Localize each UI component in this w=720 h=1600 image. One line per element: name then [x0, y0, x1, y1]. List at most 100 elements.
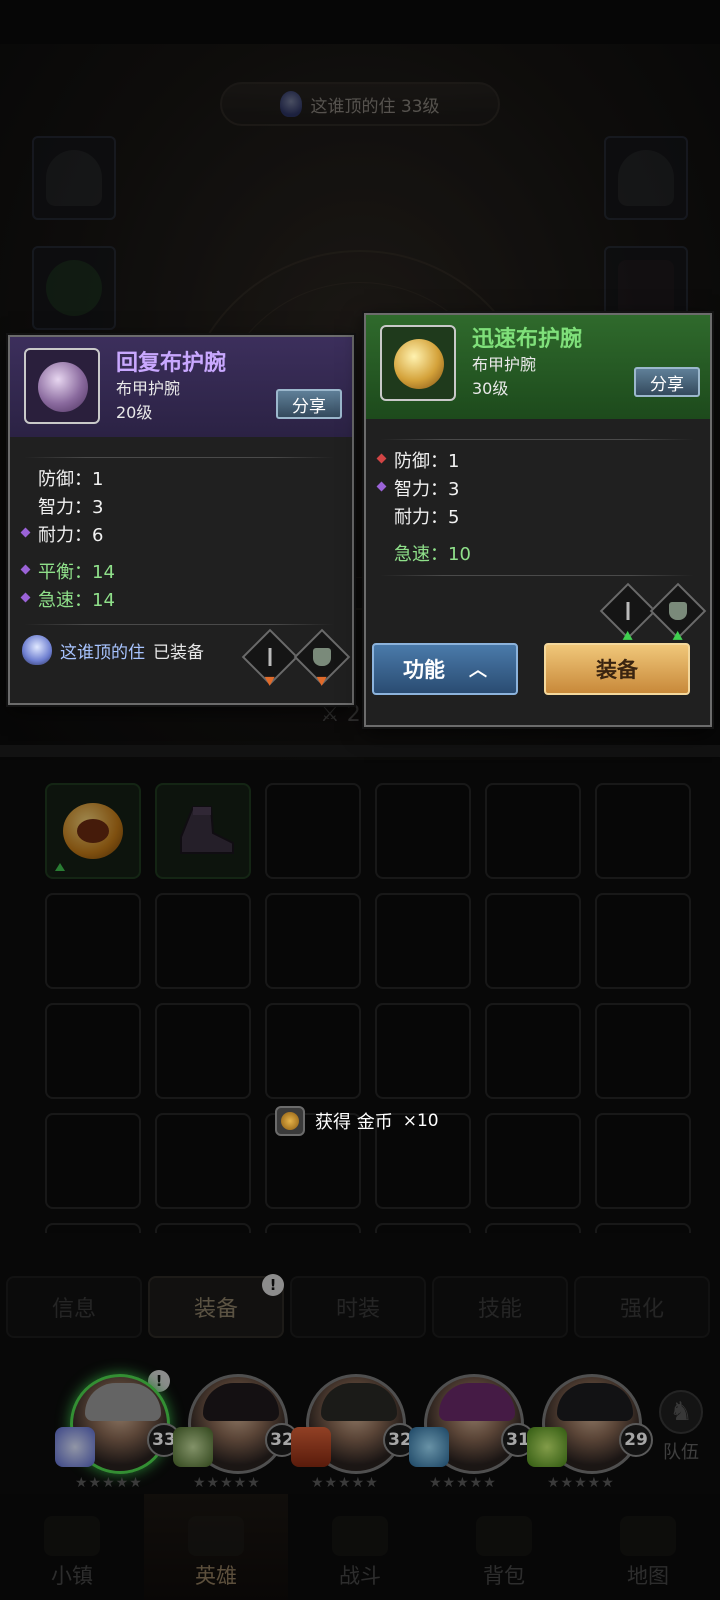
chess-icon: ♞	[659, 1390, 703, 1434]
separator	[380, 439, 694, 440]
nav-battle[interactable]: 战斗	[288, 1494, 432, 1600]
hero-sub-tabs: 信息 装备 ! 时装 技能 强化	[0, 1268, 720, 1346]
sword-icon	[261, 648, 279, 666]
hunter-bow-icon	[527, 1427, 567, 1467]
stat-up-arrow-icon	[622, 630, 633, 640]
item-name: 回复布护腕	[116, 351, 227, 376]
compare-armor-button[interactable]	[293, 628, 351, 686]
inventory-slot[interactable]	[265, 783, 361, 879]
backpack-icon	[476, 1516, 532, 1556]
hero-portrait-1[interactable]: 33 ★★★★★	[55, 1374, 181, 1491]
crossed-swords-icon	[332, 1516, 388, 1556]
nav-backpack[interactable]: 背包	[432, 1494, 576, 1600]
inventory-slot[interactable]	[375, 1223, 471, 1233]
upgrade-arrow-icon	[55, 863, 65, 871]
inventory-slot[interactable]	[375, 1003, 471, 1099]
inventory-slot[interactable]	[485, 1113, 581, 1209]
equipped-item-card: 回复布护腕 布甲护腕 20级 分享 防御：1 智力：3 耐力：6 平衡：14 急…	[8, 335, 354, 705]
tab-info[interactable]: 信息	[6, 1276, 142, 1338]
inventory-slot[interactable]	[595, 893, 691, 989]
nav-heroes[interactable]: 英雄	[144, 1494, 288, 1600]
compare-armor-button[interactable]	[649, 582, 707, 640]
toast-text: 获得 金币	[315, 1112, 393, 1133]
inventory-slot[interactable]	[595, 1003, 691, 1099]
function-button[interactable]: 功能 ︿	[372, 643, 518, 695]
inventory-slot[interactable]	[155, 1003, 251, 1099]
inventory-slot[interactable]	[45, 1113, 141, 1209]
stat-bullet-icon	[20, 564, 31, 575]
inventory-slot[interactable]	[375, 783, 471, 879]
stat-up-arrow-icon	[672, 630, 683, 640]
tab-skills[interactable]: 技能	[432, 1276, 568, 1338]
bracer-icon	[394, 339, 444, 389]
inventory-slot[interactable]	[265, 1223, 361, 1233]
status-bar-area	[0, 0, 720, 44]
stat-bullet-icon	[376, 481, 387, 492]
hero-title: 这谁顶的住 33级	[310, 96, 440, 117]
share-button[interactable]: 分享	[634, 367, 700, 397]
town-icon	[44, 1516, 100, 1556]
tab-enhance[interactable]: 强化	[574, 1276, 710, 1338]
chest-armor-icon	[618, 150, 674, 206]
equip-button[interactable]: 装备	[544, 643, 690, 695]
team-label: 队伍	[663, 1442, 699, 1463]
compare-weapon-button[interactable]	[241, 628, 299, 686]
inventory-slot[interactable]	[485, 893, 581, 989]
inventory-slot[interactable]	[155, 1113, 251, 1209]
new-item-card: 迅速布护腕 布甲护腕 30级 分享 防御：1 智力：3 耐力：5 急速：10 功…	[364, 313, 712, 727]
hero-portrait-5[interactable]: 29 ★★★★★	[527, 1374, 653, 1491]
stat-intellect: 智力：3	[394, 479, 460, 500]
hero-portrait-2[interactable]: 32 ★★★★★	[173, 1374, 299, 1491]
pants-icon	[618, 260, 674, 316]
inventory-slot[interactable]	[45, 1003, 141, 1099]
inventory-slot[interactable]	[45, 1223, 141, 1233]
inventory-slot[interactable]	[265, 1003, 361, 1099]
inventory-slot[interactable]	[595, 1223, 691, 1233]
hero-portrait-3[interactable]: 32 ★★★★★	[291, 1374, 417, 1491]
section-divider	[0, 745, 720, 757]
inventory-slot[interactable]	[375, 893, 471, 989]
hero-portrait-4[interactable]: 31 ★★★★★	[409, 1374, 535, 1491]
hero-stars: ★★★★★	[547, 1475, 615, 1491]
stat-defense: 防御：1	[38, 469, 104, 490]
item-type: 布甲护腕	[116, 379, 181, 398]
nav-town[interactable]: 小镇	[0, 1494, 144, 1600]
inventory-slot[interactable]	[155, 783, 251, 879]
item-name: 迅速布护腕	[472, 327, 583, 352]
hero-stars: ★★★★★	[75, 1475, 143, 1491]
tab-fashion[interactable]: 时装	[290, 1276, 426, 1338]
item-level: 30级	[472, 379, 509, 398]
inventory-slot[interactable]	[155, 1223, 251, 1233]
equip-slot-head[interactable]	[32, 136, 116, 220]
team-button[interactable]: ♞ 队伍	[646, 1390, 716, 1464]
stat-down-arrow-icon	[316, 676, 327, 686]
stat-stamina: 耐力：5	[394, 507, 460, 528]
inventory-slot[interactable]	[485, 1223, 581, 1233]
equipped-hero-name: 这谁顶的住	[60, 642, 145, 663]
hero-icon	[188, 1516, 244, 1556]
inventory-slot[interactable]	[595, 1113, 691, 1209]
share-button[interactable]: 分享	[276, 389, 342, 419]
inventory-slot[interactable]	[485, 783, 581, 879]
hero-stars: ★★★★★	[429, 1475, 497, 1491]
function-label: 功能	[403, 658, 445, 682]
hero-title-banner: 这谁顶的住 33级	[220, 82, 500, 126]
equip-slot-chest[interactable]	[604, 136, 688, 220]
stat-haste: 急速：10	[394, 544, 471, 565]
inventory-slot[interactable]	[265, 893, 361, 989]
sword-icon	[619, 602, 637, 620]
inventory-slot[interactable]	[595, 783, 691, 879]
nav-map[interactable]: 地图	[576, 1494, 720, 1600]
equipped-by-row: 这谁顶的住 已装备	[22, 635, 204, 665]
amulet-icon	[46, 260, 102, 316]
equip-slot-neck[interactable]	[32, 246, 116, 330]
inventory-slot[interactable]	[45, 783, 141, 879]
map-icon	[620, 1516, 676, 1556]
compare-weapon-button[interactable]	[599, 582, 657, 640]
inventory-slot[interactable]	[45, 893, 141, 989]
inventory-slot[interactable]	[155, 893, 251, 989]
ring-bracer-icon	[63, 803, 123, 859]
inventory-slot[interactable]	[485, 1003, 581, 1099]
hero-selector-row: ! 33 ★★★★★ 32 ★★★★★ 32 ★★★★★ 31 ★★★★★ 29…	[0, 1346, 720, 1494]
hero-stars: ★★★★★	[193, 1475, 261, 1491]
